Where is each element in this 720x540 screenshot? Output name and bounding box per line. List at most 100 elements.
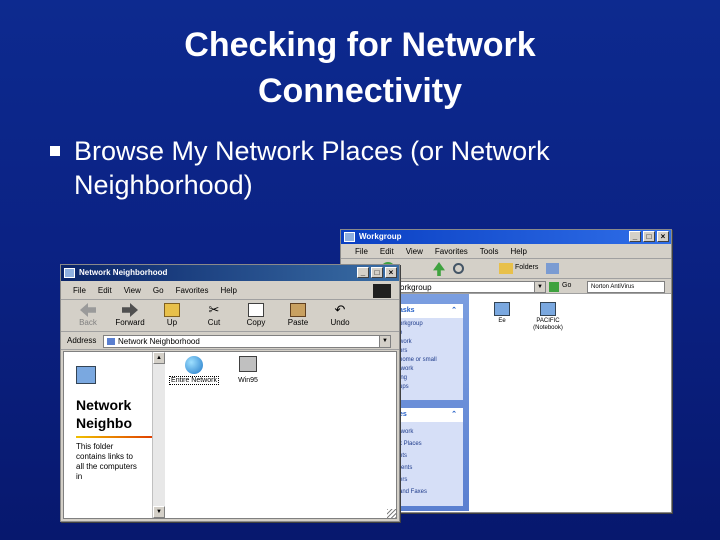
place-item[interactable]: and Faxes (399, 486, 427, 498)
back-arrow-icon (80, 303, 96, 317)
paste-icon (290, 303, 306, 317)
address-value: orkgroup (400, 283, 432, 292)
collapse-chevron-icon[interactable]: ⌃ (451, 408, 457, 422)
slide-title-line-2: Connectivity (257, 72, 463, 110)
globe-icon (185, 356, 203, 374)
up-label: Up (166, 318, 178, 327)
menu-tools[interactable]: Tools (474, 244, 505, 258)
network-item-entire-network[interactable]: Entire Network (168, 356, 220, 385)
links-field[interactable]: Norton AntiVirus (587, 281, 665, 293)
menu-file[interactable]: File (349, 244, 374, 258)
copy-button[interactable]: Copy (235, 300, 277, 331)
undo-icon: ↶ (334, 302, 346, 317)
place-item[interactable]: ers (399, 474, 427, 486)
menu-view[interactable]: View (400, 244, 429, 258)
address-value: Network Neighborhood (118, 337, 200, 346)
menu-file[interactable]: File (67, 282, 92, 299)
caption-buttons: _ □ × (629, 231, 669, 242)
chevron-down-icon[interactable]: ▼ (534, 282, 545, 292)
menu-favorites[interactable]: Favorites (429, 244, 474, 258)
computer-item[interactable]: PACIFIC (Notebook) (527, 302, 569, 332)
paste-button[interactable]: Paste (277, 300, 319, 331)
folders-icon[interactable] (499, 263, 513, 274)
resize-grip-icon[interactable] (387, 509, 397, 519)
slide-title: Checking for Network Connectivity (0, 22, 720, 114)
task-item[interactable]: work (399, 338, 437, 347)
minimize-button[interactable]: _ (357, 267, 369, 278)
maximize-button[interactable]: □ (643, 231, 655, 242)
computer-sublabel: (Notebook) (533, 325, 563, 331)
collapse-chevron-icon[interactable]: ⌃ (451, 304, 457, 318)
task-list-1: orkgroup e work ors home or small twork … (399, 320, 437, 392)
window-icon (344, 232, 355, 242)
workgroup-titlebar[interactable]: Workgroup _ □ × (341, 230, 671, 244)
side-scrollbar[interactable]: ▲ ▼ (152, 352, 165, 518)
network-neighborhood-title: Network Neighborhood (79, 268, 168, 277)
chevron-down-icon[interactable]: ▼ (379, 336, 390, 347)
workgroup-menubar: File Edit View Favorites Tools Help (341, 244, 671, 259)
up-arrow-icon[interactable] (433, 262, 445, 276)
network-address-field[interactable]: Network Neighborhood ▼ (103, 335, 391, 348)
minimize-button[interactable]: _ (629, 231, 641, 242)
up-folder-icon (164, 303, 180, 317)
network-content: Network Neighbo This folder contains lin… (63, 351, 397, 519)
maximize-button[interactable]: □ (371, 267, 383, 278)
paste-label: Paste (287, 318, 309, 327)
network-addressbar: Address Network Neighborhood ▼ (61, 332, 399, 350)
go-button[interactable]: Go (562, 282, 571, 289)
computer-item[interactable]: Ee (487, 302, 517, 324)
win95-label: Win95 (238, 377, 258, 384)
workgroup-address-field[interactable]: orkgroup ▼ (396, 281, 546, 293)
scroll-down-arrow[interactable]: ▼ (153, 506, 165, 518)
computer-icon (540, 302, 556, 316)
menu-edit[interactable]: Edit (92, 282, 118, 299)
undo-label: Undo (330, 318, 350, 327)
task-list-2: twork k Places nts rents ers and Faxes (399, 426, 427, 498)
network-neighborhood-icon (76, 366, 96, 384)
slide-title-line-1: Checking for Network (184, 26, 536, 64)
copy-icon (248, 303, 264, 317)
up-button[interactable]: Up (151, 300, 193, 331)
task-item[interactable]: ing (399, 374, 437, 383)
task-item[interactable]: home or small (399, 356, 437, 365)
menu-favorites[interactable]: Favorites (170, 282, 215, 299)
task-item[interactable]: twork (399, 365, 437, 374)
task-item[interactable]: orkgroup (399, 320, 437, 329)
folders-label[interactable]: Folders (515, 264, 538, 271)
computer-icon (239, 356, 257, 372)
scroll-up-arrow[interactable]: ▲ (153, 352, 165, 364)
menu-help[interactable]: Help (214, 282, 242, 299)
menu-edit[interactable]: Edit (374, 244, 400, 258)
network-neighborhood-titlebar[interactable]: Network Neighborhood _ □ × (61, 265, 399, 281)
menu-go[interactable]: Go (147, 282, 170, 299)
task-item[interactable]: ors (399, 347, 437, 356)
menu-view[interactable]: View (118, 282, 147, 299)
back-label: Back (79, 318, 97, 327)
computer-icon (494, 302, 510, 316)
task-header-1-label: asks (399, 307, 415, 314)
go-arrow-icon[interactable] (549, 282, 559, 292)
computer-label: PACIFIC (536, 318, 560, 324)
close-button[interactable]: × (385, 267, 397, 278)
task-item[interactable]: ups (399, 383, 437, 392)
caption-buttons: _ □ × (357, 267, 397, 278)
network-item-win95[interactable]: Win95 (228, 356, 268, 384)
forward-arrow-icon (122, 303, 138, 317)
forward-button[interactable]: Forward (109, 300, 151, 331)
cut-label: Cut (207, 318, 221, 327)
task-item[interactable]: e (399, 329, 437, 338)
place-item[interactable]: rents (399, 462, 427, 474)
search-icon[interactable] (453, 263, 464, 274)
back-button[interactable]: Back (67, 300, 109, 331)
close-button[interactable]: × (657, 231, 669, 242)
place-item[interactable]: nts (399, 450, 427, 462)
network-menubar: File Edit View Go Favorites Help (61, 282, 399, 300)
undo-button[interactable]: ↶ Undo (319, 300, 361, 331)
cut-button[interactable]: ✂ Cut (193, 300, 235, 331)
computer-label: Ee (498, 318, 506, 324)
place-item[interactable]: twork (399, 426, 427, 438)
views-icon[interactable] (546, 263, 559, 274)
place-item[interactable]: k Places (399, 438, 427, 450)
menu-help[interactable]: Help (504, 244, 532, 258)
network-folder-icon (107, 338, 115, 346)
